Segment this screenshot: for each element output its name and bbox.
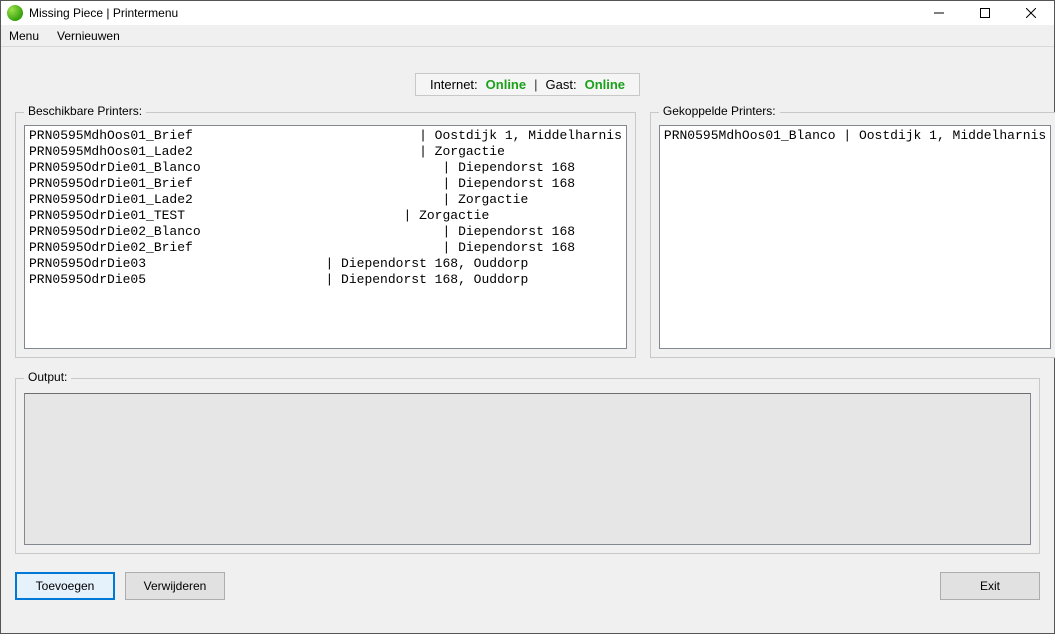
close-button[interactable] <box>1008 1 1054 25</box>
output-box[interactable] <box>24 393 1031 545</box>
app-icon <box>7 5 23 21</box>
exit-button[interactable]: Exit <box>940 572 1040 600</box>
app-window: Missing Piece | Printermenu Menu Vernieu… <box>0 0 1055 634</box>
status-internet-label: Internet: <box>430 77 478 92</box>
linked-printers-legend: Gekoppelde Printers: <box>659 104 780 118</box>
available-printers-legend: Beschikbare Printers: <box>24 104 146 118</box>
group-available-printers: Beschikbare Printers: PRN0595MdhOos01_Br… <box>15 112 636 358</box>
output-legend: Output: <box>24 370 71 384</box>
maximize-button[interactable] <box>962 1 1008 25</box>
status-row: Internet: Online | Gast: Online <box>15 73 1040 96</box>
status-box: Internet: Online | Gast: Online <box>415 73 640 96</box>
status-guest-value: Online <box>585 77 625 92</box>
window-title: Missing Piece | Printermenu <box>29 6 178 20</box>
remove-button[interactable]: Verwijderen <box>125 572 225 600</box>
window-controls <box>916 1 1054 25</box>
printer-columns: Beschikbare Printers: PRN0595MdhOos01_Br… <box>15 112 1040 358</box>
minimize-button[interactable] <box>916 1 962 25</box>
status-guest-label: Gast: <box>546 77 577 92</box>
menu-item-menu[interactable]: Menu <box>9 29 39 43</box>
group-linked-printers: Gekoppelde Printers: PRN0595MdhOos01_Bla… <box>650 112 1055 358</box>
group-output: Output: <box>15 378 1040 554</box>
add-button[interactable]: Toevoegen <box>15 572 115 600</box>
content-area: Internet: Online | Gast: Online Beschikb… <box>1 47 1054 633</box>
available-printers-list[interactable]: PRN0595MdhOos01_Brief | Oostdijk 1, Midd… <box>24 125 627 349</box>
button-row: Toevoegen Verwijderen Exit <box>15 572 1040 600</box>
menu-item-refresh[interactable]: Vernieuwen <box>57 29 120 43</box>
status-internet-value: Online <box>486 77 526 92</box>
titlebar: Missing Piece | Printermenu <box>1 1 1054 25</box>
linked-printers-list[interactable]: PRN0595MdhOos01_Blanco | Oostdijk 1, Mid… <box>659 125 1051 349</box>
status-separator: | <box>534 77 537 92</box>
menubar: Menu Vernieuwen <box>1 25 1054 47</box>
